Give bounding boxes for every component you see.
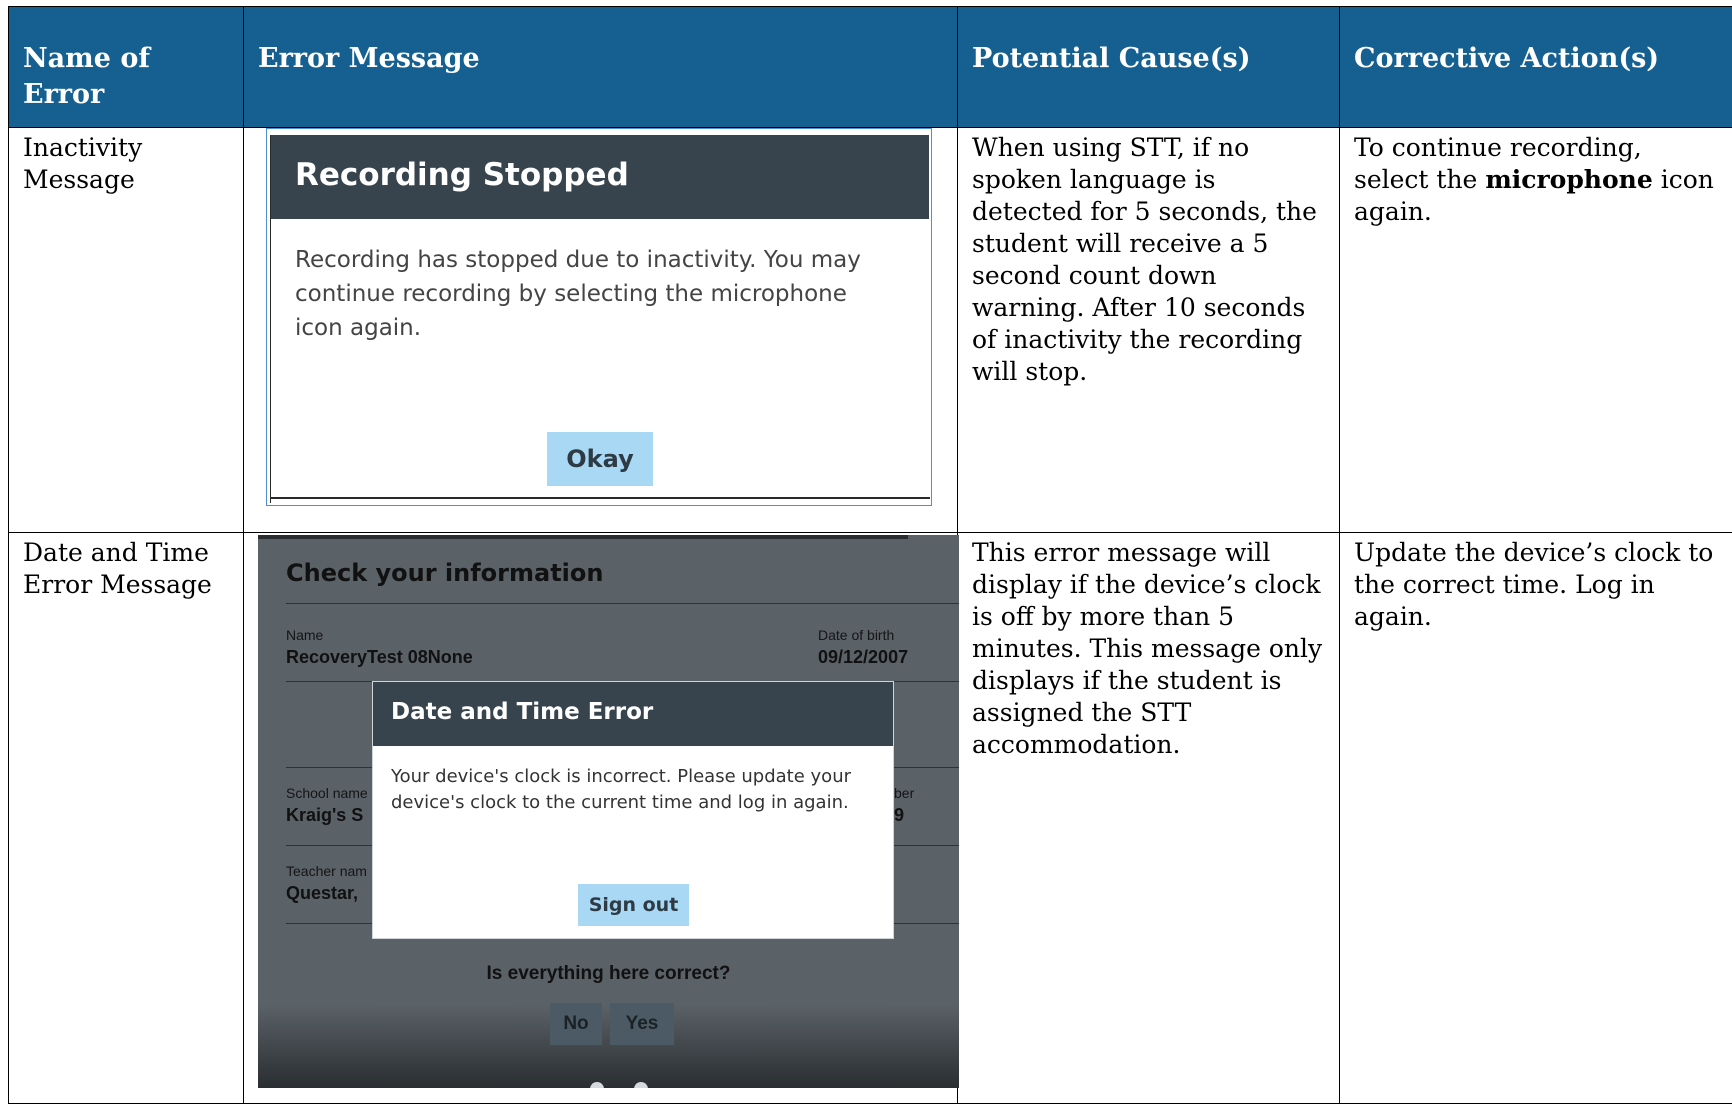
- header-potential-causes: Potential Cause(s): [958, 7, 1340, 128]
- corrective-action-text: Update the device’s clock to the correct…: [1354, 538, 1713, 631]
- error-name-cell: Date and Time Error Message: [9, 533, 244, 1104]
- confirmation-question: Is everything here correct?: [258, 963, 959, 985]
- header-error-message: Error Message: [244, 7, 958, 128]
- error-message-cell: Check your information Name RecoveryTest…: [244, 533, 958, 1104]
- potential-cause-text: This error message will display if the d…: [972, 538, 1322, 759]
- error-message-cell: Recording Stopped Recording has stopped …: [244, 128, 958, 533]
- page-title: Check your information: [286, 559, 603, 587]
- potential-cause-cell: When using STT, if no spoken language is…: [958, 128, 1340, 533]
- pager-dot: [634, 1082, 648, 1088]
- number-value: 9: [894, 805, 904, 826]
- okay-button[interactable]: Okay: [547, 432, 653, 486]
- corrective-action-keyword: microphone: [1485, 165, 1652, 194]
- name-value: RecoveryTest 08None: [286, 647, 473, 668]
- date-time-error-screenshot: Check your information Name RecoveryTest…: [258, 535, 959, 1088]
- modal-message: Your device's clock is incorrect. Please…: [391, 764, 871, 816]
- header-corrective-actions: Corrective Action(s): [1340, 7, 1732, 128]
- no-button[interactable]: No: [550, 1003, 602, 1045]
- modal-header: Date and Time Error: [373, 682, 893, 746]
- dialog-message: Recording has stopped due to inactivity.…: [295, 243, 895, 345]
- error-name: Date and Time Error Message: [23, 538, 212, 599]
- dob-label: Date of birth: [818, 627, 894, 643]
- pager-dot: [590, 1082, 604, 1088]
- name-label: Name: [286, 627, 323, 643]
- sign-out-button[interactable]: Sign out: [578, 884, 689, 926]
- header-name-of-error: Name of Error: [9, 7, 244, 128]
- potential-cause-cell: This error message will display if the d…: [958, 533, 1340, 1104]
- school-label: School name: [286, 785, 368, 801]
- corrective-action-cell: Update the device’s clock to the correct…: [1340, 533, 1732, 1104]
- error-table: Name of Error Error Message Potential Ca…: [8, 6, 1732, 1104]
- error-name-cell: Inactivity Message: [9, 128, 244, 533]
- yes-button[interactable]: Yes: [610, 1003, 674, 1045]
- potential-cause-text: When using STT, if no spoken language is…: [972, 133, 1317, 386]
- dialog-title: Recording Stopped: [295, 157, 629, 193]
- teacher-value: Questar,: [286, 883, 358, 904]
- school-value: Kraig's S: [286, 805, 363, 826]
- table-row: Inactivity Message Recording Stopped Rec…: [9, 128, 1732, 533]
- dialog-header: Recording Stopped: [271, 135, 929, 219]
- number-label: ber: [894, 785, 914, 801]
- table-row: Date and Time Error Message Check your i…: [9, 533, 1732, 1104]
- teacher-label: Teacher nam: [286, 863, 367, 879]
- header-row: Name of Error Error Message Potential Ca…: [9, 7, 1732, 128]
- date-time-error-modal: Date and Time Error Your device's clock …: [372, 681, 894, 939]
- error-name: Inactivity Message: [23, 133, 142, 194]
- modal-title: Date and Time Error: [391, 699, 653, 725]
- dob-value: 09/12/2007: [818, 647, 908, 668]
- recording-stopped-screenshot: Recording Stopped Recording has stopped …: [266, 128, 932, 506]
- corrective-action-cell: To continue recording, select the microp…: [1340, 128, 1732, 533]
